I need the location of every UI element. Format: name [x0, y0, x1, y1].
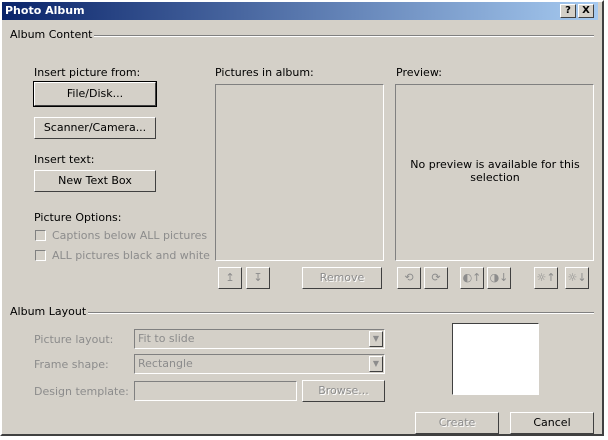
brightness-up-icon[interactable]: ☼↑ — [534, 267, 558, 289]
frame-shape-label: Frame shape: — [34, 358, 109, 371]
black-white-checkbox-label: ALL pictures black and white — [52, 249, 210, 262]
title-bar[interactable]: Photo Album — [2, 2, 598, 20]
pictures-in-album-label: Pictures in album: — [215, 66, 314, 79]
frame-shape-value: Rectangle — [138, 357, 193, 370]
move-down-icon[interactable]: ↧ — [246, 267, 270, 289]
preview-label: Preview: — [396, 66, 442, 79]
help-button[interactable]: ? — [560, 4, 576, 18]
file-disk-button[interactable]: File/Disk... — [33, 81, 157, 107]
pictures-list[interactable] — [215, 84, 384, 261]
design-template-label: Design template: — [34, 385, 129, 398]
create-button[interactable]: Create — [415, 412, 499, 434]
window-title: Photo Album — [5, 4, 85, 17]
preview-message: No preview is available for this selecti… — [410, 158, 580, 184]
rotate-right-icon[interactable]: ⟳ — [424, 267, 448, 289]
picture-layout-value: Fit to slide — [138, 332, 195, 345]
frame-shape-dropdown[interactable]: Rectangle ▼ — [134, 354, 385, 374]
captions-checkbox-label: Captions below ALL pictures — [52, 229, 208, 242]
brightness-down-icon[interactable]: ☼↓ — [565, 267, 589, 289]
remove-button[interactable]: Remove — [302, 267, 382, 289]
contrast-up-icon[interactable]: ◐↑ — [460, 267, 484, 289]
insert-picture-label: Insert picture from: — [34, 66, 141, 79]
album-content-divider — [94, 35, 594, 37]
black-white-checkbox[interactable] — [35, 250, 46, 261]
insert-text-label: Insert text: — [34, 153, 95, 166]
layout-preview-box — [452, 323, 539, 395]
chevron-down-icon[interactable]: ▼ — [369, 356, 383, 372]
contrast-down-icon[interactable]: ◑↓ — [487, 267, 511, 289]
chevron-down-icon[interactable]: ▼ — [369, 331, 383, 347]
album-layout-divider — [88, 312, 594, 314]
scanner-camera-button[interactable]: Scanner/Camera... — [34, 117, 156, 139]
move-up-icon[interactable]: ↥ — [218, 267, 242, 289]
new-text-box-button[interactable]: New Text Box — [34, 170, 156, 192]
cancel-button[interactable]: Cancel — [510, 412, 594, 434]
rotate-left-icon[interactable]: ⟲ — [397, 267, 421, 289]
captions-checkbox[interactable] — [35, 230, 46, 241]
browse-button[interactable]: Browse... — [302, 380, 385, 402]
album-layout-group-label: Album Layout — [10, 305, 87, 318]
picture-layout-label: Picture layout: — [34, 333, 114, 346]
close-button[interactable]: X — [578, 4, 594, 18]
picture-layout-dropdown[interactable]: Fit to slide ▼ — [134, 329, 385, 349]
design-template-input[interactable] — [134, 381, 297, 401]
album-content-group-label: Album Content — [10, 28, 93, 41]
picture-options-label: Picture Options: — [34, 211, 122, 224]
